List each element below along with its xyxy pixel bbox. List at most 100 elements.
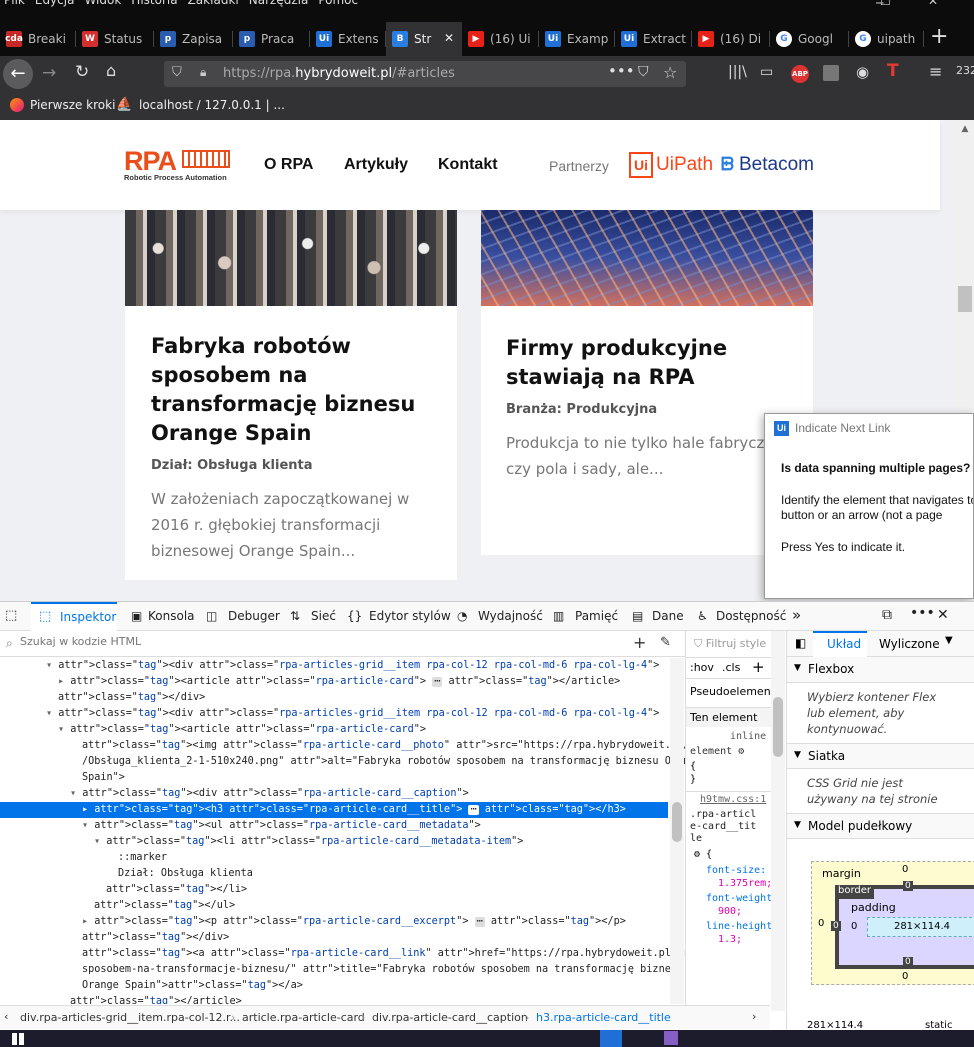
browser-tab[interactable]: p Zapisa [154, 22, 233, 56]
tab-layout[interactable]: Układ [827, 637, 861, 651]
new-tab-button[interactable]: + [930, 24, 948, 49]
collapsed-content-badge[interactable]: ⋯ [468, 804, 479, 815]
expand-icon[interactable]: ▼ [794, 750, 801, 760]
markup-node[interactable]: attr">class="tag"></div> [58, 690, 205, 706]
markup-node[interactable]: sposobem-na-transformacje-biznesu/" attr… [82, 962, 683, 978]
library-icon[interactable]: |||\ [728, 64, 747, 80]
eyedropper-icon[interactable]: ✎ [660, 635, 671, 650]
article-photo[interactable] [481, 210, 813, 306]
pseudo-elements-toggle[interactable]: Pseudoelementy [690, 685, 782, 698]
devtools-menu-icon[interactable]: ••• [910, 605, 935, 621]
page-actions-icon[interactable]: ••• [608, 62, 635, 80]
gear-icon[interactable]: ⚙ { [694, 849, 712, 860]
markup-node[interactable]: ▾ attr">class="tag"><ul attr">class="rpa… [82, 818, 481, 834]
expand-arrow-icon[interactable]: ▸ [58, 676, 70, 687]
expand-arrow-icon[interactable]: ▸ [82, 804, 94, 815]
tab-inspector[interactable]: ⬚ Inspektor [31, 602, 117, 631]
windows-start-icon[interactable] [12, 1033, 24, 1045]
betacom-logo-text[interactable]: Betacom [739, 154, 814, 176]
collapsed-content-badge[interactable]: ⋯ [432, 676, 443, 687]
browser-tab[interactable]: ▶ (16) Di [692, 22, 770, 56]
breadcrumb-item[interactable]: div.rpa-articles-grid__item.rpa-col-12.r… [20, 1011, 240, 1024]
css-property-name[interactable]: font-size: [706, 864, 780, 877]
markup-node[interactable]: ::marker [118, 850, 167, 866]
extension-t-icon[interactable]: T [887, 61, 899, 81]
nav-articles[interactable]: Artykuły [344, 156, 408, 174]
tab-performance[interactable]: Wydajność [478, 609, 543, 623]
forward-button[interactable]: → [42, 63, 56, 83]
html-search-input[interactable] [20, 635, 620, 648]
stylesheet-link[interactable]: h9tmw.css:1 [700, 794, 766, 805]
expand-icon[interactable]: ▼ [794, 663, 801, 673]
menu-item[interactable]: Historia [131, 0, 177, 7]
collapsed-content-badge[interactable]: ⋯ [474, 916, 485, 927]
article-card[interactable]: Fabryka robotów sposobem na transformacj… [125, 210, 457, 580]
menu-item[interactable]: Widok [84, 0, 121, 7]
maximize-icon[interactable]: ☐ [880, 0, 891, 8]
bookmark-star-icon[interactable]: ☆ [663, 63, 677, 82]
add-rule-icon[interactable]: + [752, 658, 765, 676]
uipath-taskbar-icon[interactable] [600, 1030, 622, 1047]
reload-button[interactable]: ↻ [75, 62, 89, 82]
expand-arrow-icon[interactable]: ▾ [70, 788, 82, 799]
crumb-prev-icon[interactable]: ‹ [4, 1010, 8, 1023]
menu-item[interactable]: Narzędzia [249, 0, 309, 7]
markup-scrollbar[interactable] [670, 658, 684, 1004]
adblock-icon[interactable]: ABP [791, 65, 809, 83]
scroll-up-icon[interactable]: ▲ [956, 124, 974, 134]
markup-node[interactable]: attr">class="tag"></ul> [94, 898, 235, 914]
expand-arrow-icon[interactable]: ▾ [82, 820, 94, 831]
tab-storage[interactable]: Dane [652, 609, 684, 623]
add-node-icon[interactable]: + [633, 633, 646, 652]
expand-icon[interactable]: ▼ [794, 820, 801, 830]
rules-scrollbar-thumb[interactable] [773, 697, 783, 757]
browser-tab[interactable]: Ui Extens [310, 22, 386, 56]
flexbox-header[interactable]: Flexbox [808, 662, 854, 676]
expand-arrow-icon[interactable]: ▸ [82, 916, 94, 927]
tab-console[interactable]: Konsola [148, 609, 195, 623]
account-icon[interactable]: ◉ [856, 63, 869, 81]
extension-icon[interactable] [823, 65, 839, 81]
expand-arrow-icon[interactable]: ▾ [58, 724, 70, 735]
browser-tab[interactable]: Ui Extract [615, 22, 692, 56]
expand-arrow-icon[interactable]: ▾ [46, 708, 58, 719]
visual-studio-icon[interactable] [664, 1031, 678, 1045]
box-model-border[interactable]: border 0 0 0 padding 0 281×114.4 [831, 881, 974, 969]
rules-scrollbar[interactable] [771, 631, 785, 1011]
css-property-value[interactable]: 1.375rem; [706, 877, 780, 890]
tab-accessibility[interactable]: Dostępność [716, 609, 786, 623]
home-button[interactable]: ⌂ [106, 61, 116, 80]
article-title[interactable]: Fabryka robotów sposobem na transformacj… [151, 332, 441, 448]
markup-node[interactable]: ▸ attr">class="tag"><p attr">class="rpa-… [82, 914, 626, 930]
markup-scrollbar-thumb[interactable] [672, 802, 682, 842]
gear-icon[interactable]: ⚙ [738, 746, 744, 757]
markup-node[interactable]: attr">class="tag"><a attr">class="rpa-ar… [82, 946, 685, 962]
markup-node[interactable]: ▾ attr">class="tag"><div attr">class="rp… [70, 786, 469, 802]
markup-node[interactable]: /Obsługa_klienta_2-1-510x240.png" attr">… [82, 754, 685, 770]
menu-item[interactable]: Zakładki [188, 0, 239, 7]
sidebar-icon[interactable]: ▭ [760, 64, 773, 80]
tab-debugger[interactable]: Debuger [228, 609, 280, 623]
css-property-name[interactable]: line-height: [706, 920, 780, 933]
menu-item[interactable]: Edycja [35, 0, 75, 7]
css-property-value[interactable]: 1.3; [706, 933, 780, 946]
browser-tab[interactable]: W Status [76, 22, 154, 56]
scrollbar-thumb[interactable] [958, 286, 972, 312]
breadcrumb-item[interactable]: article.rpa-article-card [242, 1011, 365, 1024]
markup-node[interactable]: ▸ attr">class="tag"><article attr">class… [58, 674, 620, 690]
markup-node[interactable]: attr">class="tag"></article> [70, 994, 242, 1004]
browser-tab-active[interactable]: B Str ✕ [386, 22, 462, 56]
lock-icon[interactable]: 🔒︎ [200, 65, 206, 80]
browser-tab[interactable]: G Googl [770, 22, 849, 56]
menu-item[interactable]: Plik [4, 0, 25, 7]
hamburger-menu-icon[interactable]: ≡ [929, 62, 942, 81]
filter-styles-input[interactable]: ⛉ Filtruj style [694, 637, 766, 651]
markup-node[interactable]: ▾ attr">class="tag"><div attr">class="rp… [46, 706, 659, 722]
bookmark-first-steps[interactable]: Pierwsze kroki [30, 98, 115, 112]
tab-network[interactable]: Sieć [311, 609, 336, 623]
nav-contact[interactable]: Kontakt [438, 156, 498, 174]
menu-item[interactable]: Pomoc [318, 0, 358, 7]
nav-o-rpa[interactable]: O RPA [264, 156, 313, 174]
tab-style-editor[interactable]: Edytor stylów [369, 609, 451, 623]
breadcrumb-item-active[interactable]: h3.rpa-article-card__title [536, 1011, 671, 1024]
